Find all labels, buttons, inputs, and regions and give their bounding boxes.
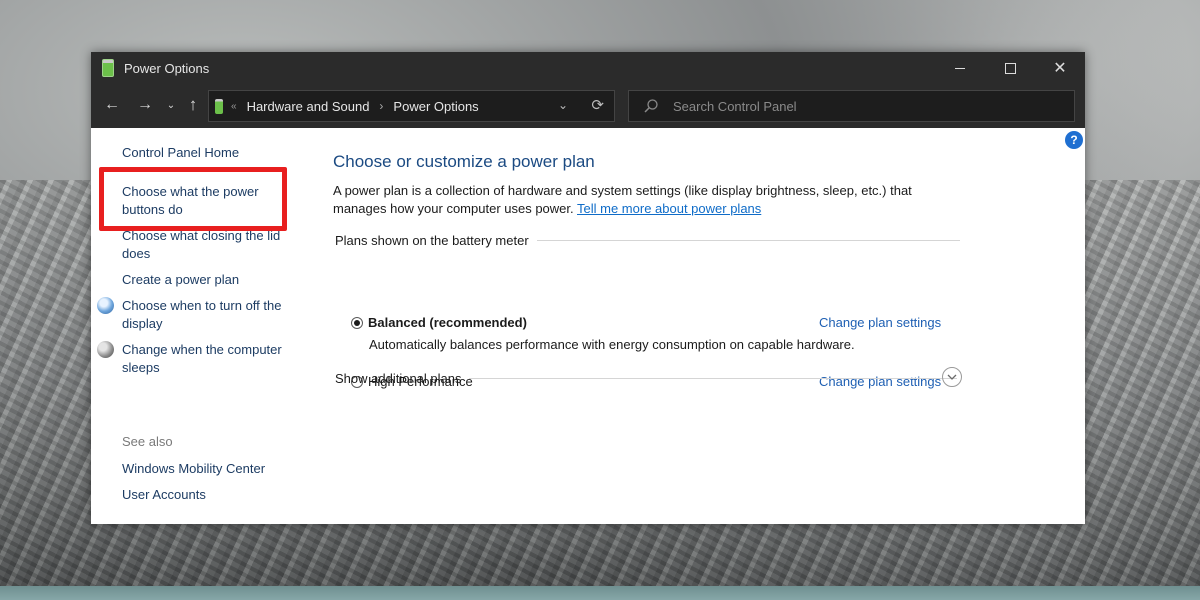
search-box[interactable] — [628, 90, 1075, 122]
forward-arrow-icon: → — [137, 96, 153, 113]
up-button[interactable]: ↑ — [185, 95, 201, 115]
expand-additional-plans-button[interactable] — [942, 367, 962, 387]
window-title: Power Options — [124, 60, 210, 76]
balanced-plan-description: Automatically balances performance with … — [369, 337, 855, 352]
battery-meter-group-header: Plans shown on the battery meter — [335, 233, 960, 248]
show-additional-plans-header[interactable]: Show additional plans — [335, 371, 965, 386]
overflow-chevron-icon[interactable]: « — [231, 101, 237, 112]
sidebar-item-user-accounts[interactable]: User Accounts — [122, 486, 297, 504]
close-icon: ✕ — [1053, 60, 1067, 77]
sidebar-item-computer-sleeps[interactable]: Change when the computer sleeps — [97, 341, 297, 377]
battery-icon — [215, 98, 223, 114]
power-options-window: Power Options ✕ ← → ⌄ ↑ « Hardware and S… — [91, 52, 1085, 524]
sidebar-item-label: Choose when to turn off the display — [122, 298, 282, 331]
maximize-icon — [1004, 62, 1016, 74]
minimize-button[interactable] — [935, 52, 985, 84]
minimize-icon — [955, 67, 965, 69]
sidebar-item-windows-mobility-center[interactable]: Windows Mobility Center — [122, 460, 297, 478]
see-also-heading: See also — [122, 434, 173, 449]
page-description: A power plan is a collection of hardware… — [333, 182, 943, 218]
sidebar-item-closing-lid[interactable]: Choose what closing the lid does — [122, 227, 297, 263]
recent-locations-button[interactable]: ⌄ — [165, 97, 177, 113]
balanced-plan-radio[interactable] — [351, 317, 363, 329]
title-bar[interactable]: Power Options ✕ — [91, 52, 1085, 84]
breadcrumb-hardware-and-sound[interactable]: Hardware and Sound — [247, 99, 370, 114]
chevron-down-icon — [947, 374, 957, 380]
moon-icon — [97, 341, 114, 358]
up-arrow-icon: ↑ — [188, 95, 198, 114]
refresh-icon[interactable]: ⟳ — [591, 96, 604, 114]
page-title: Choose or customize a power plan — [333, 152, 595, 171]
main-content: Choose or customize a power plan A power… — [333, 128, 1073, 524]
breadcrumb-power-options[interactable]: Power Options — [393, 99, 478, 114]
window-controls: ✕ — [935, 52, 1085, 84]
desktop-background-water — [0, 586, 1200, 600]
divider — [469, 378, 957, 379]
group-label: Plans shown on the battery meter — [335, 233, 529, 248]
divider — [536, 240, 960, 241]
address-dropdown-icon[interactable]: ⌄ — [558, 98, 568, 112]
address-bar[interactable]: « Hardware and Sound › Power Options ⌄ ⟳ — [208, 90, 615, 122]
search-input[interactable] — [671, 97, 1055, 115]
search-icon — [644, 99, 658, 113]
sidebar-item-create-power-plan[interactable]: Create a power plan — [122, 271, 297, 289]
back-button[interactable]: ← — [102, 95, 122, 115]
battery-icon — [102, 59, 114, 77]
sidebar-item-label: Change when the computer sleeps — [122, 342, 282, 375]
display-icon — [97, 297, 114, 314]
forward-button[interactable]: → — [135, 95, 155, 115]
breadcrumb-separator-icon[interactable]: › — [379, 99, 383, 113]
chevron-down-icon: ⌄ — [166, 99, 176, 111]
back-arrow-icon: ← — [104, 96, 120, 113]
maximize-button[interactable] — [985, 52, 1035, 84]
show-additional-plans-label[interactable]: Show additional plans — [335, 371, 461, 386]
learn-more-link[interactable]: Tell me more about power plans — [577, 201, 761, 216]
balanced-plan-name[interactable]: Balanced (recommended) — [368, 315, 527, 330]
close-button[interactable]: ✕ — [1035, 52, 1085, 84]
annotation-highlight-box — [99, 167, 287, 231]
navigation-bar: ← → ⌄ ↑ « Hardware and Sound › Power Opt… — [91, 84, 1085, 128]
sidebar-item-control-panel-home[interactable]: Control Panel Home — [122, 144, 297, 162]
balanced-change-plan-settings-link[interactable]: Change plan settings — [819, 315, 941, 330]
sidebar-item-turn-off-display[interactable]: Choose when to turn off the display — [97, 297, 297, 333]
